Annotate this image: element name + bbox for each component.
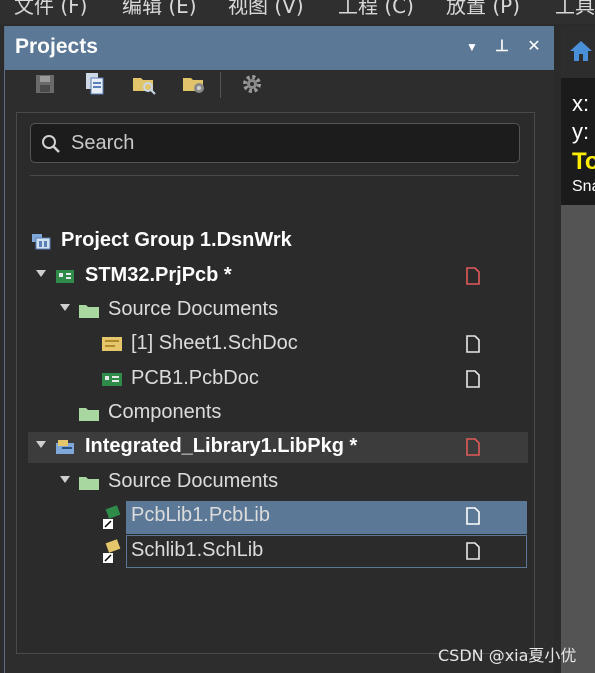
- modified-document-icon: [466, 267, 480, 285]
- expand-arrow-icon[interactable]: [36, 270, 46, 277]
- pcb-project-icon: [56, 270, 74, 283]
- dropdown-arrow-icon[interactable]: ▼: [463, 38, 481, 56]
- divider: [30, 175, 519, 176]
- tree-label: Project Group 1.DsnWrk: [61, 229, 292, 251]
- search-placeholder: Search: [71, 132, 135, 154]
- tree-item-lib-source-documents[interactable]: Source Documents: [28, 467, 528, 498]
- panel-header: Projects ▼ ⊥ ✕: [5, 26, 554, 70]
- schlib-icon: [103, 539, 121, 563]
- status-yellow-text: To: [572, 148, 595, 175]
- tree-label: Components: [108, 401, 222, 423]
- settings-gear-icon[interactable]: [239, 71, 265, 97]
- menu-tools[interactable]: 工具: [555, 0, 595, 19]
- panel-title: Projects: [15, 35, 98, 58]
- document-icon: [466, 507, 480, 525]
- menu-edit[interactable]: 编辑 (E): [122, 0, 197, 19]
- cursor-x-label: x:: [572, 91, 590, 116]
- menu-bar: 文件 (F) 编辑 (E) 视图 (V) 工程 (C) 放置 (P) 工具: [0, 0, 595, 24]
- doc-tab-bar: [561, 26, 595, 78]
- expand-arrow-icon[interactable]: [60, 476, 70, 483]
- library-package-icon: [56, 440, 74, 454]
- home-icon[interactable]: [569, 40, 593, 62]
- save-all-icon[interactable]: [82, 71, 108, 97]
- folder-icon: [79, 477, 99, 490]
- project-options-icon[interactable]: [181, 71, 207, 97]
- document-icon: [466, 335, 480, 353]
- search-input[interactable]: Search: [30, 123, 520, 163]
- search-icon: [42, 135, 60, 153]
- pcblib-icon: [103, 505, 121, 529]
- tree-label: [1] Sheet1.SchDoc: [131, 332, 298, 354]
- tree-item-integrated-library[interactable]: Integrated_Library1.LibPkg *: [28, 432, 528, 463]
- expand-arrow-icon[interactable]: [60, 304, 70, 311]
- menu-place[interactable]: 放置 (P): [446, 0, 520, 19]
- tree-item-schlib[interactable]: Schlib1.SchLib: [28, 536, 528, 567]
- tree-item-components[interactable]: Components: [28, 398, 528, 429]
- menu-view[interactable]: 视图 (V): [228, 0, 304, 19]
- snap-text: Sna: [572, 178, 595, 195]
- tree-item-pcblib[interactable]: PcbLib1.PcbLib: [28, 501, 528, 532]
- document-icon: [466, 542, 480, 560]
- tree-label: Source Documents: [108, 298, 279, 320]
- tree-label: Schlib1.SchLib: [131, 539, 264, 561]
- canvas-area: [561, 205, 595, 673]
- toolbar-separator: [220, 72, 221, 98]
- expand-arrow-icon[interactable]: [36, 441, 46, 448]
- save-icon[interactable]: [32, 71, 58, 97]
- pin-icon[interactable]: ⊥: [493, 38, 511, 56]
- menu-project[interactable]: 工程 (C): [338, 0, 414, 19]
- tree-item-source-documents[interactable]: Source Documents: [28, 295, 528, 326]
- folder-icon: [79, 408, 99, 421]
- document-icon: [466, 370, 480, 388]
- project-group-icon: [32, 234, 51, 250]
- menu-file[interactable]: 文件 (F): [14, 0, 87, 19]
- tree-item-project-group[interactable]: Project Group 1.DsnWrk: [28, 226, 528, 257]
- tree-label: Integrated_Library1.LibPkg *: [85, 435, 358, 457]
- open-project-icon[interactable]: [131, 71, 157, 97]
- tree-label: PcbLib1.PcbLib: [131, 504, 270, 526]
- schematic-doc-icon: [102, 337, 122, 351]
- cursor-y-label: y:: [572, 119, 590, 144]
- watermark: CSDN @xia夏小优: [438, 646, 577, 665]
- close-icon[interactable]: ✕: [525, 38, 543, 56]
- tree-item-pcb1[interactable]: PCB1.PcbDoc: [28, 364, 528, 395]
- modified-document-icon: [466, 438, 480, 456]
- tree-item-sheet1[interactable]: [1] Sheet1.SchDoc: [28, 329, 528, 360]
- folder-icon: [79, 305, 99, 318]
- tree-label: PCB1.PcbDoc: [131, 367, 259, 389]
- pcb-doc-icon: [102, 373, 122, 386]
- tree-label: STM32.PrjPcb *: [85, 264, 232, 286]
- tree-item-stm32-project[interactable]: STM32.PrjPcb *: [28, 261, 528, 292]
- tree-label: Source Documents: [108, 470, 279, 492]
